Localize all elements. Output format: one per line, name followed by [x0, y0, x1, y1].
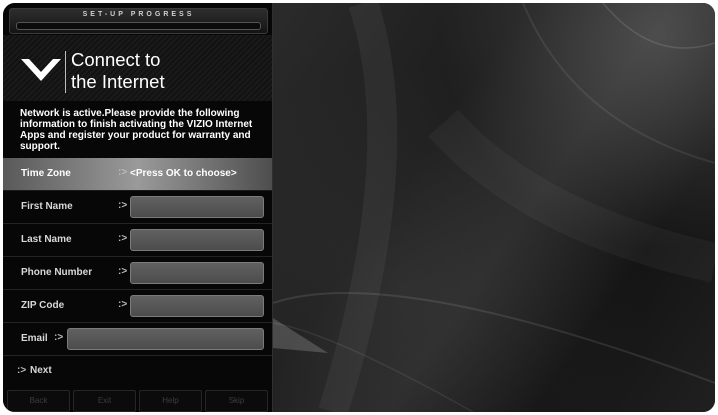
first-name-row: First Name :>	[3, 191, 272, 224]
last-name-field[interactable]	[130, 229, 264, 251]
email-label: Email	[21, 333, 48, 344]
description-text: Network is active.Please provide the fol…	[20, 108, 253, 152]
time-zone-label: Time Zone	[21, 168, 71, 179]
back-button[interactable]: Back	[7, 390, 70, 412]
vizio-v-logo-icon	[21, 59, 61, 81]
last-name-label: Last Name	[21, 234, 72, 245]
first-name-field[interactable]	[130, 196, 264, 218]
zip-code-field[interactable]	[130, 295, 264, 317]
phone-number-row: Phone Number :>	[3, 257, 272, 290]
time-zone-row[interactable]: Time Zone :> <Press OK to choose>	[3, 158, 272, 191]
light-streaks-graphic	[273, 3, 715, 412]
zip-code-row: ZIP Code :>	[3, 290, 272, 323]
arrow-icon: :>	[118, 266, 128, 277]
phone-number-field[interactable]	[130, 262, 264, 284]
time-zone-value: <Press OK to choose>	[130, 168, 237, 179]
title-line-1: Connect to	[71, 49, 161, 70]
next-label: Next	[30, 365, 52, 376]
last-name-row: Last Name :>	[3, 224, 272, 257]
arrow-icon: :>	[118, 299, 128, 310]
arrow-icon: :>	[118, 167, 128, 178]
zip-code-label: ZIP Code	[21, 300, 65, 311]
arrow-icon: :>	[54, 332, 64, 343]
softkey-bar: Back Exit Help Skip	[3, 389, 272, 412]
title-line-2: the Internet	[71, 71, 165, 92]
progress-label: SET-UP PROGRESS	[82, 11, 195, 18]
background-artwork	[273, 3, 715, 412]
exit-button[interactable]: Exit	[73, 390, 136, 412]
skip-button[interactable]: Skip	[205, 390, 268, 412]
arrow-icon: :>	[118, 200, 128, 211]
setup-panel: SET-UP PROGRESS Connect to the Internet …	[3, 3, 273, 412]
arrow-icon: :>	[17, 365, 27, 376]
phone-number-label: Phone Number	[21, 267, 93, 278]
header-divider	[65, 51, 66, 93]
first-name-label: First Name	[21, 201, 73, 212]
setup-progress-bar: SET-UP PROGRESS	[9, 8, 268, 34]
help-button[interactable]: Help	[139, 390, 202, 412]
page-title: Connect to the Internet	[71, 49, 261, 93]
progress-track	[16, 22, 261, 30]
email-row: Email :>	[3, 323, 272, 356]
tv-screen: SET-UP PROGRESS Connect to the Internet …	[3, 3, 715, 412]
next-button[interactable]: :> Next	[3, 356, 272, 388]
email-field[interactable]	[67, 328, 264, 350]
arrow-icon: :>	[118, 233, 128, 244]
